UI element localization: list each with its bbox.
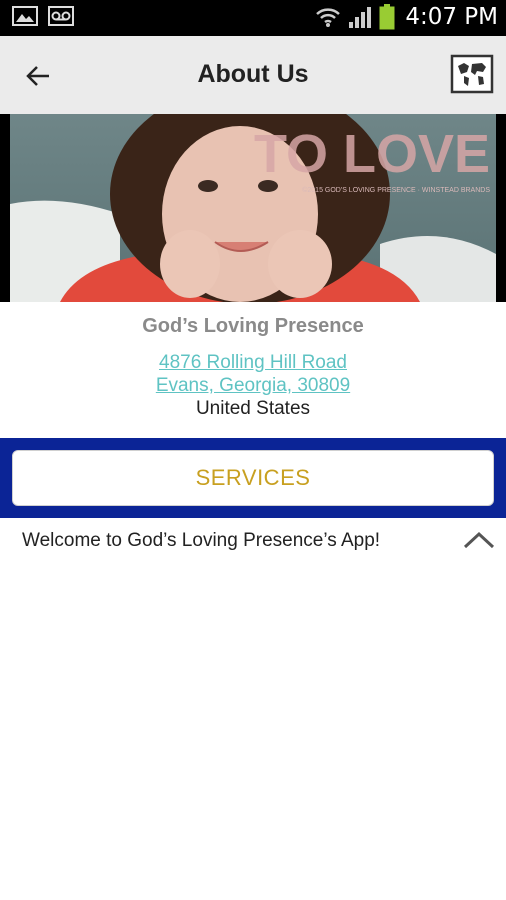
status-bar: 4:07 PM: [0, 0, 506, 36]
welcome-text: Welcome to God’s Loving Presence’s App!: [22, 530, 381, 551]
signal-icon: [349, 7, 372, 28]
address-line-1-link[interactable]: 4876 Rolling Hill Road: [0, 352, 506, 374]
map-icon: [450, 54, 494, 94]
address-line-2-link[interactable]: Evans, Georgia, 30809: [0, 375, 506, 397]
banner-overlay-subtext: ©2015 GOD'S LOVING PRESENCE · WINSTEAD B…: [302, 186, 490, 194]
clock: 4:07 PM: [405, 4, 498, 30]
collapse-button[interactable]: [462, 528, 496, 552]
organization-name: God’s Loving Presence: [142, 315, 364, 337]
banner-photo: TO LOVE ©2015 GOD'S LOVING PRESENCE · WI…: [10, 114, 496, 302]
voicemail-icon: [48, 6, 74, 26]
country-label: United States: [195, 398, 311, 419]
battery-icon: [379, 4, 395, 30]
map-button[interactable]: [450, 54, 494, 94]
page-title: About Us: [197, 60, 309, 88]
services-button[interactable]: SERVICES: [12, 450, 494, 506]
wifi-icon: [316, 8, 341, 27]
banner-overlay-title: TO LOVE: [254, 124, 490, 184]
chevron-up-icon: [463, 531, 495, 549]
banner-image: TO LOVE ©2015 GOD'S LOVING PRESENCE · WI…: [0, 114, 506, 302]
app-bar: About Us: [0, 36, 506, 114]
services-band: SERVICES: [0, 438, 506, 518]
gallery-icon: [12, 6, 38, 26]
